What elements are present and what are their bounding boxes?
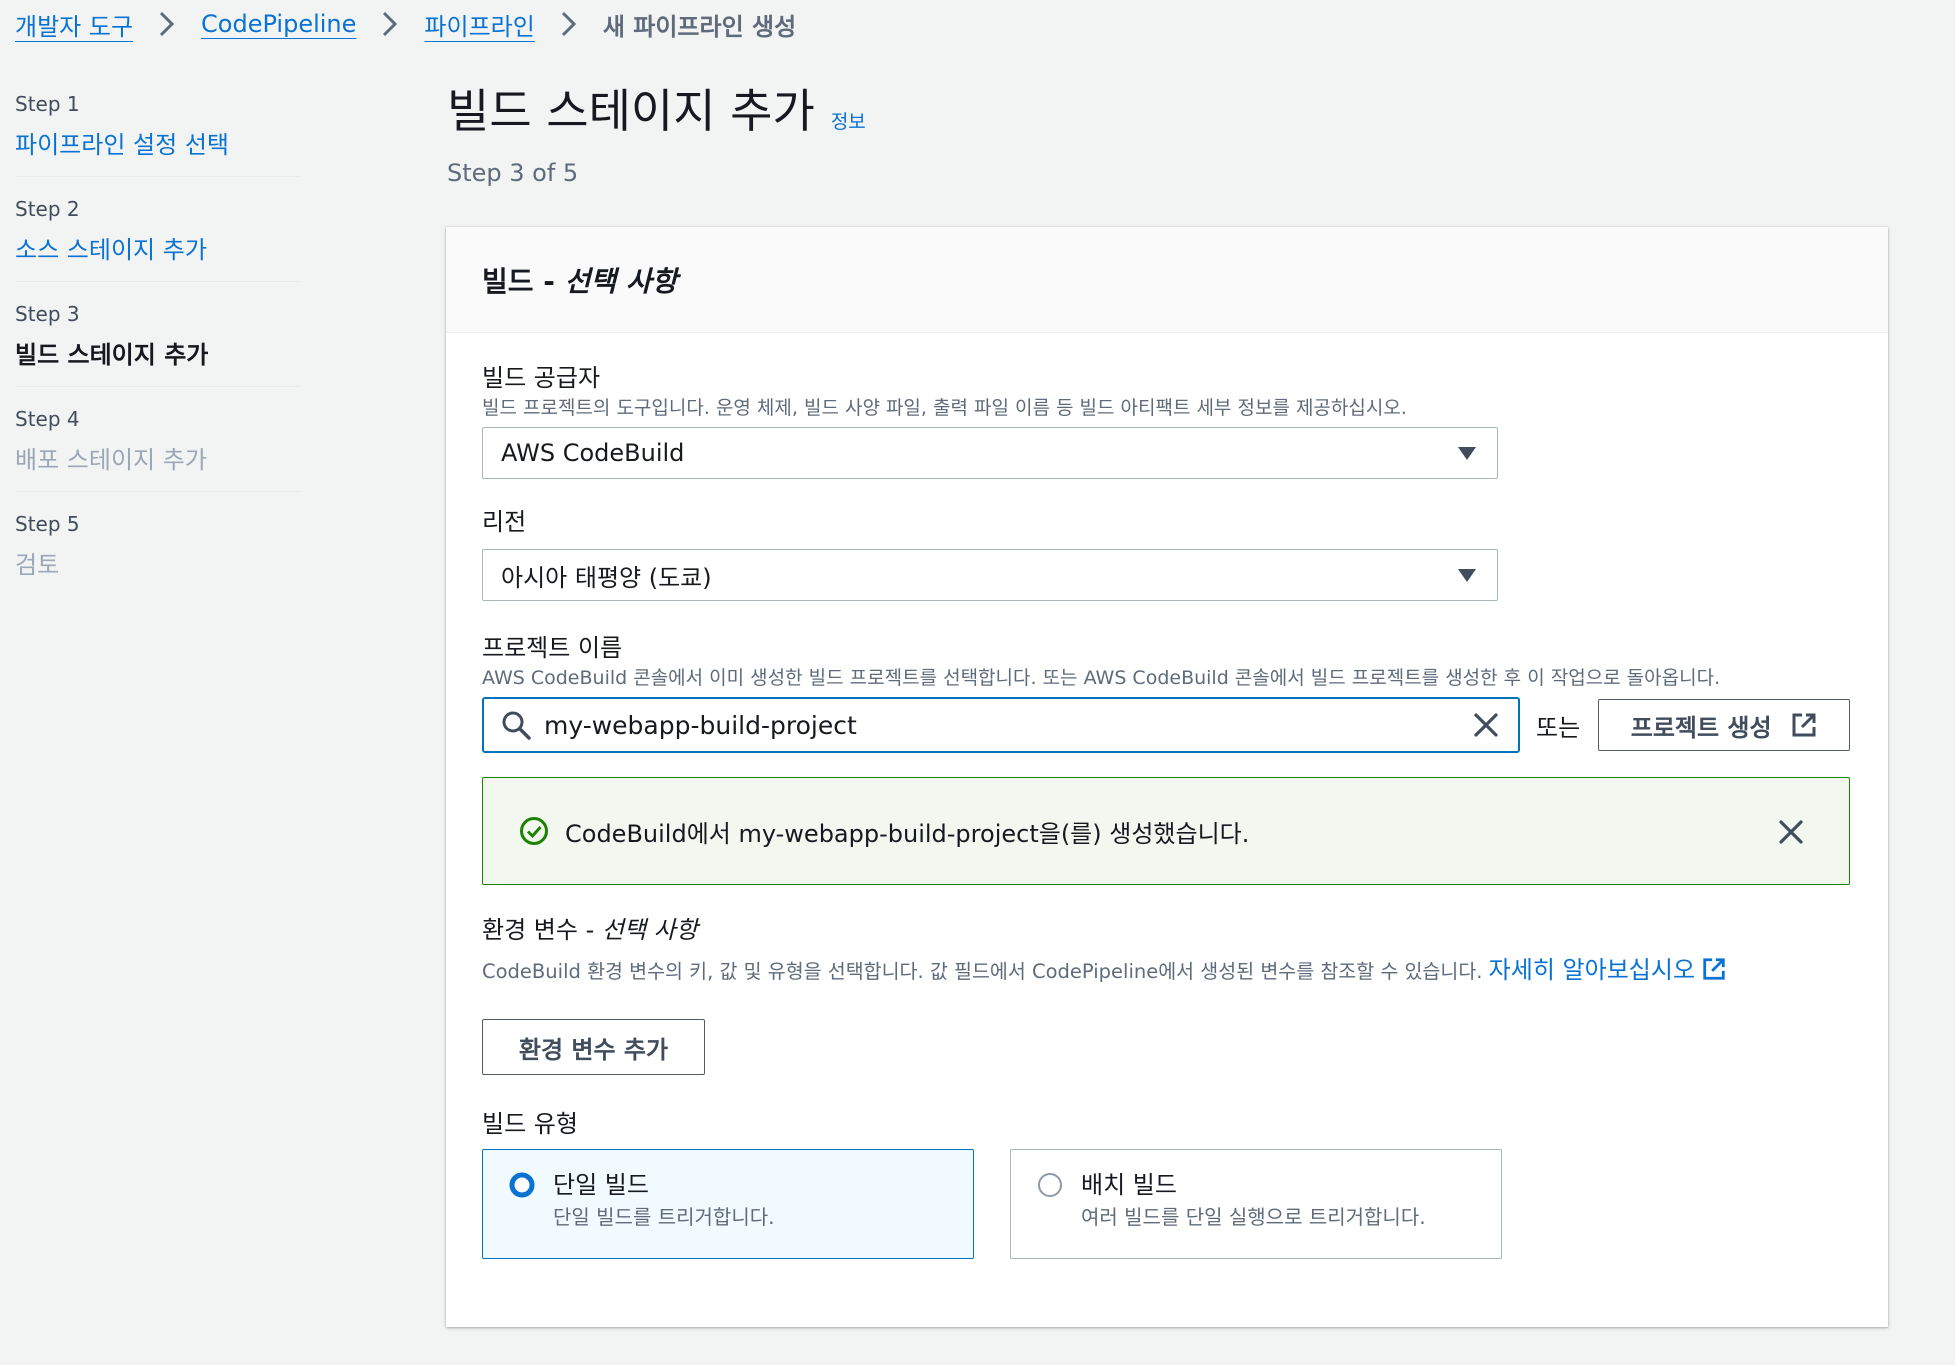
breadcrumb-developer-tools[interactable]: 개발자 도구 bbox=[15, 7, 133, 42]
env-vars-label-optional: 선택 사항 bbox=[601, 916, 698, 944]
build-provider-field: 빌드 공급자 빌드 프로젝트의 도구입니다. 운영 체제, 빌드 사양 파일, … bbox=[482, 333, 1852, 479]
step-number: Step 1 bbox=[15, 92, 80, 116]
env-vars-label-main: 환경 변수 - bbox=[482, 916, 602, 944]
build-provider-label: 빌드 공급자 bbox=[482, 364, 601, 392]
radio-unselected-icon[interactable] bbox=[1037, 1172, 1063, 1198]
step-link-source-stage[interactable]: 소스 스테이지 추가 bbox=[15, 233, 301, 267]
breadcrumb-codepipeline[interactable]: CodePipeline bbox=[201, 10, 356, 38]
check-circle-icon bbox=[520, 817, 548, 845]
wizard-steps: Step 1 파이프라인 설정 선택 Step 2 소스 스테이지 추가 Ste… bbox=[15, 90, 301, 614]
step-review: 검토 bbox=[15, 551, 60, 579]
external-link-icon bbox=[1792, 713, 1816, 737]
build-container: 빌드 - 선택 사항 빌드 공급자 빌드 프로젝트의 도구입니다. 운영 체제,… bbox=[446, 227, 1888, 1327]
info-link[interactable]: 정보 bbox=[831, 107, 866, 134]
project-search-input[interactable]: my-webapp-build-project bbox=[482, 697, 1520, 753]
learn-more-link[interactable]: 자세히 알아보십시오 bbox=[1489, 956, 1727, 984]
wizard-step-4: Step 4 배포 스테이지 추가 bbox=[15, 405, 301, 492]
region-value: 아시아 태평양 (도쿄) bbox=[501, 563, 712, 592]
search-icon bbox=[502, 711, 531, 740]
build-type-tiles: 단일 빌드 단일 빌드를 트리거합니다. 배치 빌드 여러 빌드를 단일 실행으… bbox=[482, 1149, 1852, 1259]
wizard-step-3: Step 3 빌드 스테이지 추가 bbox=[15, 300, 301, 387]
project-search-row: my-webapp-build-project 또는 프로젝트 생성 bbox=[482, 697, 1852, 753]
wizard-step-1: Step 1 파이프라인 설정 선택 bbox=[15, 90, 301, 177]
wizard-step-5: Step 5 검토 bbox=[15, 510, 301, 596]
env-vars-field: 환경 변수 - 선택 사항 CodeBuild 환경 변수의 키, 값 및 유형… bbox=[482, 885, 1852, 1075]
build-type-batch-description: 여러 빌드를 단일 실행으로 트리거합니다. bbox=[1081, 1205, 1426, 1229]
add-env-var-label: 환경 변수 추가 bbox=[518, 1035, 669, 1064]
container-title: 빌드 - 선택 사항 bbox=[482, 260, 677, 300]
env-vars-label: 환경 변수 - 선택 사항 bbox=[482, 913, 1852, 947]
add-env-var-button[interactable]: 환경 변수 추가 bbox=[482, 1019, 705, 1075]
alert-message: CodeBuild에서 my-webapp-build-project을(를) … bbox=[565, 819, 1250, 848]
project-search-value: my-webapp-build-project bbox=[544, 710, 857, 740]
build-provider-value: AWS CodeBuild bbox=[501, 439, 685, 467]
radio-selected-icon[interactable] bbox=[509, 1172, 535, 1198]
breadcrumb: 개발자 도구 CodePipeline 파이프라인 새 파이프라인 생성 bbox=[15, 6, 796, 42]
wizard-step-2: Step 2 소스 스테이지 추가 bbox=[15, 195, 301, 282]
chevron-right-icon bbox=[551, 6, 587, 42]
step-number: Step 2 bbox=[15, 197, 80, 221]
caret-down-icon bbox=[1458, 569, 1476, 582]
step-number: Step 5 bbox=[15, 512, 80, 536]
page-header: 빌드 스테이지 추가 정보 Step 3 of 5 bbox=[447, 76, 1887, 190]
step-deploy-stage: 배포 스테이지 추가 bbox=[15, 446, 207, 474]
region-field: 리전 아시아 태평양 (도쿄) bbox=[482, 479, 1852, 601]
build-provider-description: 빌드 프로젝트의 도구입니다. 운영 체제, 빌드 사양 파일, 출력 파일 이… bbox=[482, 397, 1407, 419]
env-vars-description-row: CodeBuild 환경 변수의 키, 값 및 유형을 선택합니다. 값 필드에… bbox=[482, 953, 1852, 989]
build-type-batch-tile[interactable]: 배치 빌드 여러 빌드를 단일 실행으로 트리거합니다. bbox=[1010, 1149, 1502, 1259]
breadcrumb-current: 새 파이프라인 생성 bbox=[602, 12, 797, 41]
step-link-pipeline-settings[interactable]: 파이프라인 설정 선택 bbox=[15, 128, 301, 162]
project-name-label: 프로젝트 이름 bbox=[482, 634, 623, 662]
or-text: 또는 bbox=[1536, 713, 1581, 742]
build-provider-select[interactable]: AWS CodeBuild bbox=[482, 427, 1498, 479]
external-link-icon bbox=[1703, 958, 1725, 980]
clear-icon[interactable] bbox=[1472, 711, 1500, 739]
build-type-single-tile[interactable]: 단일 빌드 단일 빌드를 트리거합니다. bbox=[482, 1149, 974, 1259]
step-number: Step 3 bbox=[15, 302, 80, 326]
breadcrumb-pipelines[interactable]: 파이프라인 bbox=[424, 7, 534, 42]
step-counter: Step 3 of 5 bbox=[447, 159, 579, 187]
build-type-single-description: 단일 빌드를 트리거합니다. bbox=[553, 1205, 775, 1229]
create-project-label: 프로젝트 생성 bbox=[1630, 713, 1772, 742]
step-number: Step 4 bbox=[15, 407, 80, 431]
container-body: 빌드 공급자 빌드 프로젝트의 도구입니다. 운영 체제, 빌드 사양 파일, … bbox=[446, 333, 1888, 1259]
caret-down-icon bbox=[1458, 447, 1476, 460]
create-project-button[interactable]: 프로젝트 생성 bbox=[1598, 699, 1851, 751]
env-vars-description: CodeBuild 환경 변수의 키, 값 및 유형을 선택합니다. 값 필드에… bbox=[482, 960, 1489, 983]
project-name-description: AWS CodeBuild 콘솔에서 이미 생성한 빌드 프로젝트를 선택합니다… bbox=[482, 667, 1721, 689]
build-type-single-label: 단일 빌드 bbox=[553, 1171, 649, 1199]
step-current-build-stage: 빌드 스테이지 추가 bbox=[15, 341, 209, 369]
build-type-batch-label: 배치 빌드 bbox=[1081, 1171, 1177, 1199]
chevron-right-icon bbox=[372, 6, 408, 42]
success-alert: CodeBuild에서 my-webapp-build-project을(를) … bbox=[482, 777, 1850, 885]
region-label: 리전 bbox=[482, 508, 527, 536]
close-icon[interactable] bbox=[1777, 818, 1805, 846]
project-name-field: 프로젝트 이름 AWS CodeBuild 콘솔에서 이미 생성한 빌드 프로젝… bbox=[482, 601, 1852, 753]
container-title-main: 빌드 - bbox=[482, 264, 565, 298]
learn-more-label: 자세히 알아보십시오 bbox=[1488, 956, 1696, 984]
build-type-label: 빌드 유형 bbox=[482, 1110, 578, 1138]
chevron-right-icon bbox=[149, 6, 185, 42]
region-select[interactable]: 아시아 태평양 (도쿄) bbox=[482, 549, 1498, 601]
container-header: 빌드 - 선택 사항 bbox=[446, 227, 1888, 333]
page-title: 빌드 스테이지 추가 bbox=[447, 84, 815, 138]
container-title-optional: 선택 사항 bbox=[564, 264, 678, 298]
build-type-field: 빌드 유형 단일 빌드 단일 빌드를 트리거합니다. 배치 빌드 여러 빌드를 … bbox=[482, 1075, 1852, 1259]
title-row: 빌드 스테이지 추가 정보 bbox=[447, 76, 1887, 146]
